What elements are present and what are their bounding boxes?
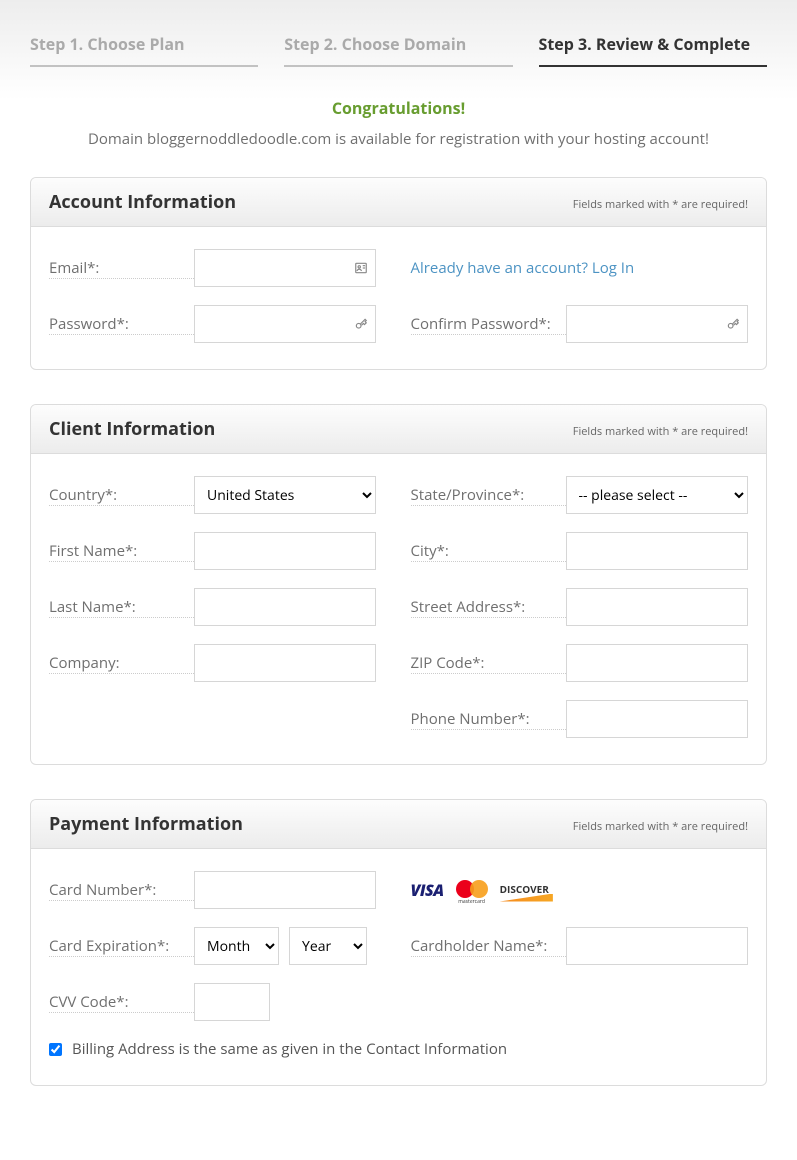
mastercard-icon: mastercard (456, 880, 488, 900)
zip-input[interactable] (566, 644, 748, 682)
billing-same-label: Billing Address is the same as given in … (72, 1039, 507, 1059)
card-logos: VISA mastercard DISCOVER (411, 879, 549, 901)
discover-icon: DISCOVER (500, 882, 549, 899)
state-select[interactable]: -- please select -- (566, 476, 748, 514)
account-card: Account Information Fields marked with *… (30, 177, 767, 370)
country-select[interactable]: United States (194, 476, 376, 514)
confirm-password-input[interactable] (566, 305, 748, 343)
payment-card: Payment Information Fields marked with *… (30, 799, 767, 1086)
account-title: Account Information (49, 190, 236, 214)
password-label: Password*: (49, 314, 194, 335)
country-label: Country*: (49, 485, 194, 506)
cvv-input[interactable] (194, 983, 270, 1021)
card-number-input[interactable] (194, 871, 376, 909)
steps-nav: Step 1. Choose Plan Step 2. Choose Domai… (30, 0, 767, 67)
email-label: Email*: (49, 258, 194, 279)
required-note: Fields marked with * are required! (573, 424, 748, 439)
login-link[interactable]: Already have an account? Log In (411, 258, 635, 278)
expiration-label: Card Expiration*: (49, 936, 194, 957)
company-label: Company: (49, 653, 194, 674)
last-name-input[interactable] (194, 588, 376, 626)
company-input[interactable] (194, 644, 376, 682)
phone-label: Phone Number*: (411, 709, 566, 730)
zip-label: ZIP Code*: (411, 653, 566, 674)
email-input[interactable] (194, 249, 376, 287)
client-title: Client Information (49, 417, 215, 441)
street-label: Street Address*: (411, 597, 566, 618)
billing-same-checkbox[interactable] (49, 1043, 62, 1056)
city-label: City*: (411, 541, 566, 562)
domain-availability-text: Domain bloggernoddledoodle.com is availa… (30, 129, 767, 149)
first-name-input[interactable] (194, 532, 376, 570)
password-input[interactable] (194, 305, 376, 343)
congrats-heading: Congratulations! (30, 97, 767, 119)
required-note: Fields marked with * are required! (573, 819, 748, 834)
cardholder-input[interactable] (566, 927, 748, 965)
street-input[interactable] (566, 588, 748, 626)
step-2[interactable]: Step 2. Choose Domain (284, 33, 512, 67)
first-name-label: First Name*: (49, 541, 194, 562)
visa-icon: VISA (411, 879, 444, 901)
card-number-label: Card Number*: (49, 880, 194, 901)
last-name-label: Last Name*: (49, 597, 194, 618)
payment-title: Payment Information (49, 812, 243, 836)
confirm-password-label: Confirm Password*: (411, 314, 566, 335)
cardholder-label: Cardholder Name*: (411, 936, 566, 957)
state-label: State/Province*: (411, 485, 566, 506)
city-input[interactable] (566, 532, 748, 570)
step-3[interactable]: Step 3. Review & Complete (539, 33, 767, 67)
expiration-year-select[interactable]: Year (289, 927, 367, 965)
expiration-month-select[interactable]: Month (194, 927, 279, 965)
cvv-label: CVV Code*: (49, 992, 194, 1013)
step-1[interactable]: Step 1. Choose Plan (30, 33, 258, 67)
required-note: Fields marked with * are required! (573, 197, 748, 212)
phone-input[interactable] (566, 700, 748, 738)
client-card: Client Information Fields marked with * … (30, 404, 767, 765)
